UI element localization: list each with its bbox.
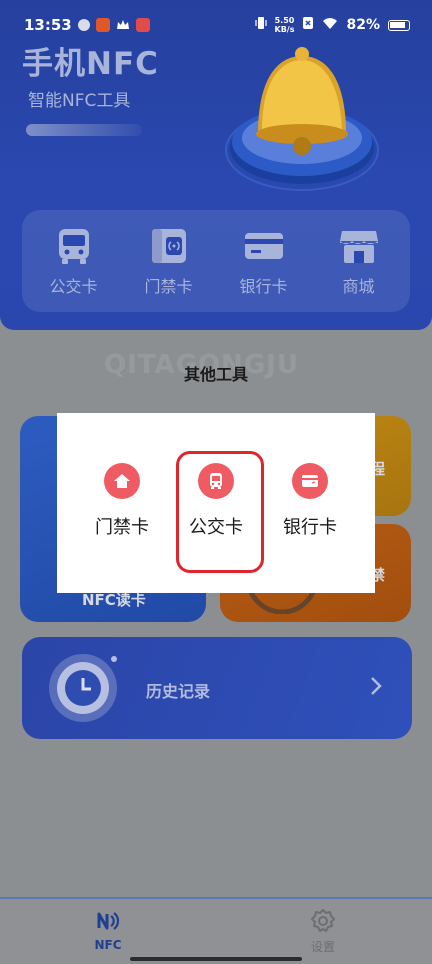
clock-icon xyxy=(48,653,118,723)
section-title: 其他工具 xyxy=(0,361,432,385)
history-label: 历史记录 xyxy=(146,678,210,702)
gear-icon xyxy=(309,907,337,935)
bank-card-icon xyxy=(243,225,285,267)
status-bar: 13:53 5.50 KB/s 82% xyxy=(0,0,432,50)
quick-actions-panel: 公交卡 门禁卡 银行卡 xyxy=(22,210,410,312)
quick-action-label: 门禁卡 xyxy=(144,273,192,297)
home-indicator xyxy=(130,957,302,961)
bus-icon xyxy=(53,225,95,267)
wifi-icon xyxy=(322,17,338,34)
notification-icon xyxy=(96,18,110,32)
option-access-card[interactable]: 门禁卡 xyxy=(82,463,162,539)
option-label: 公交卡 xyxy=(189,513,243,539)
bus-icon xyxy=(198,463,234,499)
access-card-icon xyxy=(148,225,190,267)
quick-action-access-card[interactable]: 门禁卡 xyxy=(129,225,209,297)
notification-icon xyxy=(78,19,90,31)
notification-icon xyxy=(136,18,150,32)
quick-action-store[interactable]: 商城 xyxy=(319,225,399,297)
option-label: 银行卡 xyxy=(283,513,337,539)
battery-percent: 82% xyxy=(346,17,380,33)
quick-action-label: 商城 xyxy=(342,273,374,297)
tab-nfc[interactable]: NFC xyxy=(68,907,148,952)
history-card[interactable]: 历史记录 xyxy=(22,637,412,739)
status-time: 13:53 xyxy=(24,16,72,34)
app-subtitle: 智能NFC工具 xyxy=(28,86,130,111)
store-icon xyxy=(338,225,380,267)
quick-action-bank-card[interactable]: 银行卡 xyxy=(224,225,304,297)
nfc-icon xyxy=(94,907,122,935)
chevron-right-icon xyxy=(368,675,384,697)
bottom-nav: NFC 设置 xyxy=(0,897,432,964)
home-icon xyxy=(104,463,140,499)
vibrate-icon xyxy=(255,16,267,34)
tab-settings[interactable]: 设置 xyxy=(283,907,363,955)
decorative-bar xyxy=(26,124,142,136)
quick-action-bus[interactable]: 公交卡 xyxy=(34,225,114,297)
bank-card-icon xyxy=(292,463,328,499)
tab-label: NFC xyxy=(94,938,121,952)
card-type-dialog: 门禁卡 公交卡 银行卡 xyxy=(57,413,375,593)
crown-icon xyxy=(116,18,130,32)
battery-icon xyxy=(388,20,410,31)
sim-icon xyxy=(302,16,314,34)
option-bus-card[interactable]: 公交卡 xyxy=(176,463,256,539)
quick-action-label: 公交卡 xyxy=(49,273,97,297)
option-bank-card[interactable]: 银行卡 xyxy=(270,463,350,539)
bell-icon xyxy=(218,38,386,196)
quick-action-label: 银行卡 xyxy=(239,273,287,297)
tab-label: 设置 xyxy=(311,938,335,955)
option-label: 门禁卡 xyxy=(95,513,149,539)
net-speed: 5.50 KB/s xyxy=(275,16,295,34)
